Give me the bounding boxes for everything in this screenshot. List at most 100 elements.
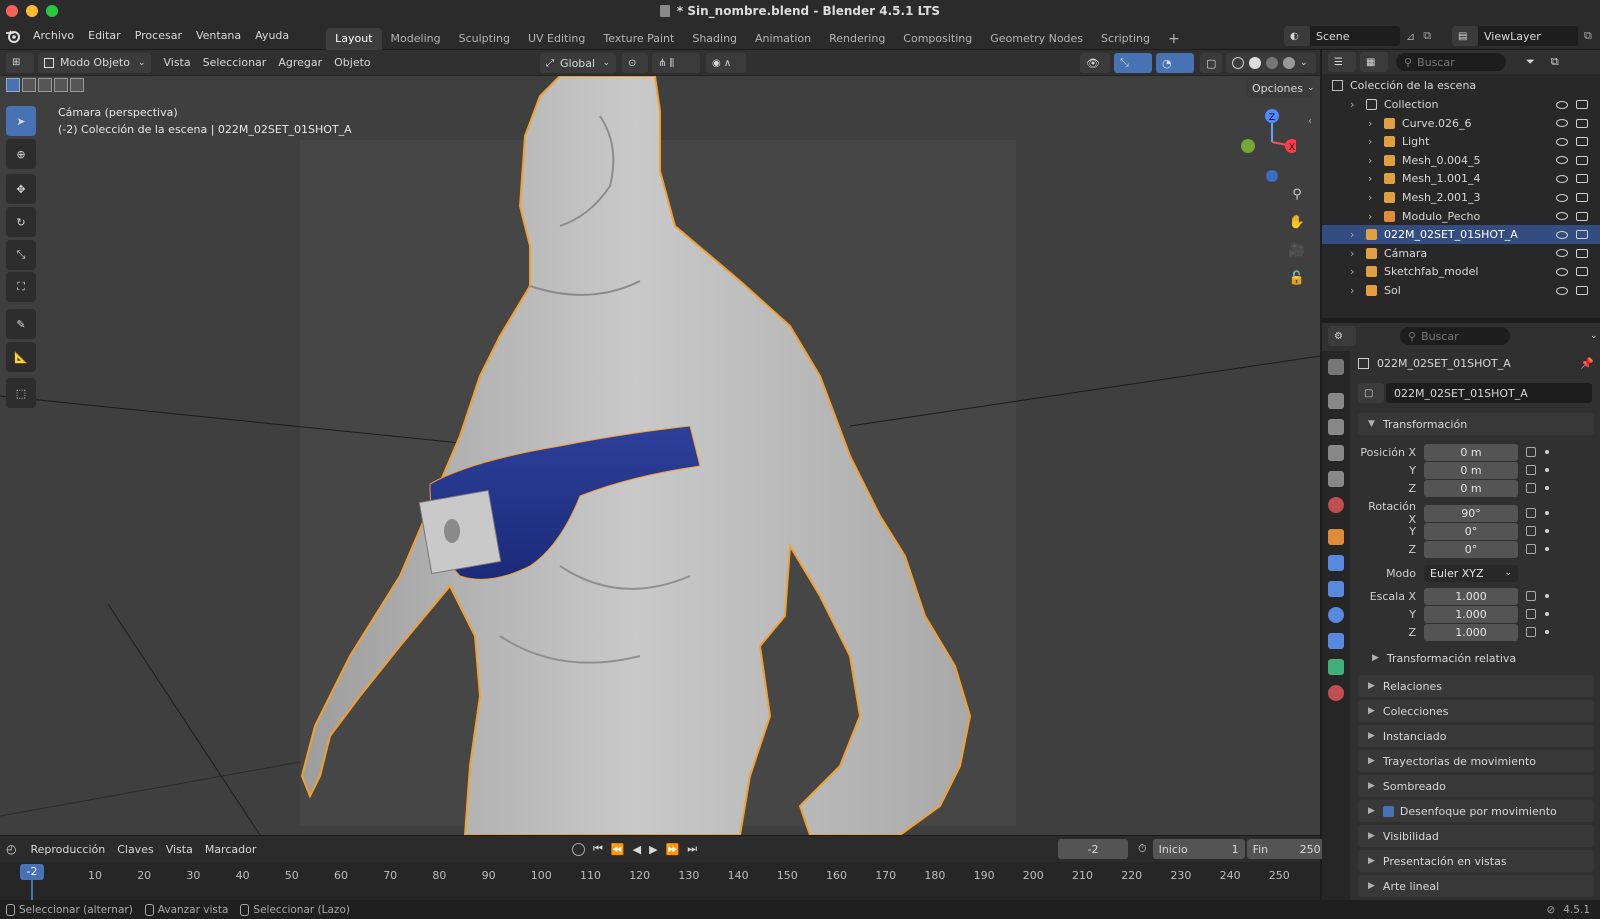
scale-tool[interactable]: ⤡ <box>6 240 36 270</box>
gizmo-y-axis[interactable] <box>1241 139 1255 153</box>
chevron-right-icon[interactable]: › <box>1368 172 1378 185</box>
outliner-search-input[interactable]: ⚲ Buscar <box>1396 53 1506 71</box>
play-icon[interactable]: ▶ <box>649 843 657 856</box>
eye-icon[interactable] <box>1556 119 1568 128</box>
transform-tool[interactable]: ⛶ <box>6 272 36 302</box>
eye-icon[interactable] <box>1556 230 1568 239</box>
rendered-shading-icon[interactable] <box>1283 57 1295 69</box>
relative-transform-subpanel[interactable]: ▶ Transformación relativa <box>1372 649 1516 667</box>
menu-ventana[interactable]: Ventana <box>189 29 248 42</box>
object-name-field[interactable]: 022M_02SET_01SHOT_A <box>1386 383 1592 403</box>
scale-z-field[interactable]: 1.000 <box>1424 623 1518 641</box>
new-viewlayer-icon[interactable]: ⧉ <box>1584 29 1592 43</box>
chevron-right-icon[interactable]: › <box>1350 265 1360 278</box>
rotation-z-field[interactable]: 0° <box>1424 540 1518 558</box>
snap-button[interactable]: ⋔ ⫼ <box>652 53 700 73</box>
outliner-item[interactable]: › Modulo_Pecho <box>1322 207 1600 226</box>
tab-rendering[interactable]: Rendering <box>820 28 894 50</box>
keyframe-dot-icon[interactable] <box>1545 450 1549 454</box>
menu-marcador[interactable]: Marcador <box>199 843 263 856</box>
chevron-down-icon[interactable]: ⌄ <box>1300 58 1308 68</box>
chevron-right-icon[interactable]: › <box>1368 117 1378 130</box>
rotate-tool[interactable]: ↻ <box>6 207 36 237</box>
end-frame-field[interactable]: Fin 250 <box>1246 839 1327 859</box>
viewlayer-name-field[interactable]: ViewLayer <box>1478 26 1578 46</box>
object-tab-icon[interactable] <box>1328 529 1344 545</box>
xray-button[interactable]: ▢ <box>1200 53 1222 73</box>
menu-ayuda[interactable]: Ayuda <box>248 29 296 42</box>
keyframe-dot-icon[interactable] <box>1545 547 1549 551</box>
lock-icon[interactable] <box>1526 465 1536 475</box>
tab-scripting[interactable]: Scripting <box>1092 28 1159 50</box>
outliner-item[interactable]: › Light <box>1322 132 1600 151</box>
tab-shading[interactable]: Shading <box>683 28 746 50</box>
tab-sculpting[interactable]: Sculpting <box>450 28 519 50</box>
menu-objeto[interactable]: Objeto <box>328 56 377 69</box>
particles-tab-icon[interactable] <box>1328 581 1344 597</box>
scene-tab-icon[interactable] <box>1328 471 1344 487</box>
tab-compositing[interactable]: Compositing <box>894 28 981 50</box>
tool-tab-icon[interactable] <box>1328 359 1344 375</box>
close-window-button[interactable] <box>6 5 18 17</box>
panel-header[interactable]: ▶ Desenfoque por movimiento <box>1358 800 1594 822</box>
play-reverse-icon[interactable]: ◀ <box>633 843 641 856</box>
mode-dropdown[interactable]: Modo Objeto ⌄ <box>38 52 152 73</box>
modifier-tab-icon[interactable] <box>1328 555 1344 571</box>
physics-tab-icon[interactable] <box>1328 607 1344 623</box>
chevron-right-icon[interactable]: › <box>1350 98 1360 111</box>
outliner-root[interactable]: Colección de la escena <box>1322 76 1600 95</box>
chevron-right-icon[interactable]: › <box>1350 284 1360 297</box>
material-tab-icon[interactable] <box>1328 685 1344 701</box>
object-browse-icon[interactable]: ▢ <box>1358 383 1384 403</box>
pivot-point-button[interactable]: ⊙ <box>622 53 648 73</box>
menu-seleccionar[interactable]: Seleccionar <box>197 56 273 69</box>
panel-header[interactable]: ▶ Arte lineal <box>1358 875 1594 897</box>
eye-icon[interactable] <box>1556 249 1568 258</box>
lock-icon[interactable] <box>1526 544 1536 554</box>
keyframe-dot-icon[interactable] <box>1545 511 1549 515</box>
chevron-right-icon[interactable]: › <box>1350 228 1360 241</box>
panel-header[interactable]: ▶ Sombreado <box>1358 775 1594 797</box>
wireframe-shading-icon[interactable] <box>1232 57 1244 69</box>
camera-render-icon[interactable] <box>1576 174 1588 184</box>
panel-header[interactable]: ▶ Instanciado <box>1358 725 1594 747</box>
chevron-right-icon[interactable]: › <box>1350 247 1360 260</box>
solid-shading-icon[interactable] <box>1249 57 1261 69</box>
start-frame-field[interactable]: Inicio 1 <box>1152 839 1245 859</box>
select-box-tool[interactable]: ➤ <box>6 106 36 136</box>
new-collection-icon[interactable]: ⧉ <box>1551 55 1559 69</box>
eye-icon[interactable] <box>1556 267 1568 276</box>
jump-end-icon[interactable]: ⏭ <box>687 842 697 856</box>
scale-y-field[interactable]: 1.000 <box>1424 605 1518 623</box>
tab-texture-paint[interactable]: Texture Paint <box>594 28 683 50</box>
next-keyframe-icon[interactable]: ⏩ <box>666 843 680 856</box>
tab-animation[interactable]: Animation <box>746 28 820 50</box>
3d-viewport[interactable]: ⊞ Modo Objeto ⌄ Vista Seleccionar Agrega… <box>0 50 1320 835</box>
keyframe-dot-icon[interactable] <box>1545 529 1549 533</box>
properties-search-input[interactable]: ⚲ Buscar <box>1400 327 1510 345</box>
outliner-item[interactable]: › Cámara <box>1322 244 1600 263</box>
add-workspace-button[interactable]: + <box>1159 28 1189 50</box>
chevron-right-icon[interactable]: › <box>1368 191 1378 204</box>
viewlayer-icon[interactable]: ▤ <box>1452 26 1478 46</box>
tab-layout[interactable]: Layout <box>326 27 382 50</box>
menu-reproduccion[interactable]: Reproducción <box>24 843 111 856</box>
eye-icon[interactable] <box>1556 137 1568 146</box>
maximize-window-button[interactable] <box>46 5 58 17</box>
chevron-down-icon[interactable]: ⌄ <box>1590 331 1598 341</box>
position-y-field[interactable]: 0 m <box>1424 461 1518 479</box>
cursor-tool[interactable]: ⊕ <box>6 139 36 169</box>
options-dropdown[interactable]: Opciones ⌄ <box>1246 78 1315 98</box>
position-z-field[interactable]: 0 m <box>1424 479 1518 497</box>
menu-editar[interactable]: Editar <box>81 29 128 42</box>
lock-icon[interactable]: 🔓 <box>1286 267 1308 289</box>
visibility-button[interactable]: 👁 <box>1080 53 1110 73</box>
chevron-right-icon[interactable]: › <box>1368 154 1378 167</box>
editor-type-icon[interactable]: ⊞ <box>6 52 34 73</box>
overlay-toggle-button[interactable]: ◔ <box>1156 53 1194 73</box>
camera-render-icon[interactable] <box>1576 248 1588 258</box>
lock-icon[interactable] <box>1526 526 1536 536</box>
data-tab-icon[interactable] <box>1328 659 1344 675</box>
keyframe-dot-icon[interactable] <box>1545 630 1549 634</box>
hand-pan-icon[interactable]: ✋ <box>1286 211 1308 233</box>
